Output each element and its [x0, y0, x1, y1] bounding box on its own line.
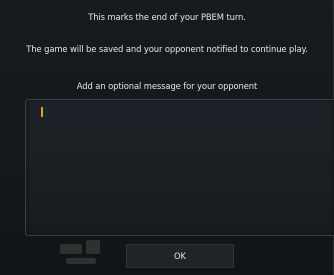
- end-turn-notice: This marks the end of your PBEM turn.: [88, 12, 246, 22]
- opponent-message-input[interactable]: [25, 99, 334, 236]
- text-caret: [41, 107, 43, 117]
- ok-button[interactable]: OK: [126, 244, 234, 268]
- background-game-board-hint: [60, 238, 120, 268]
- pbem-end-turn-dialog: This marks the end of your PBEM turn. Th…: [0, 0, 334, 275]
- save-notice: The game will be saved and your opponent…: [26, 44, 308, 54]
- message-prompt-label: Add an optional message for your opponen…: [76, 81, 258, 91]
